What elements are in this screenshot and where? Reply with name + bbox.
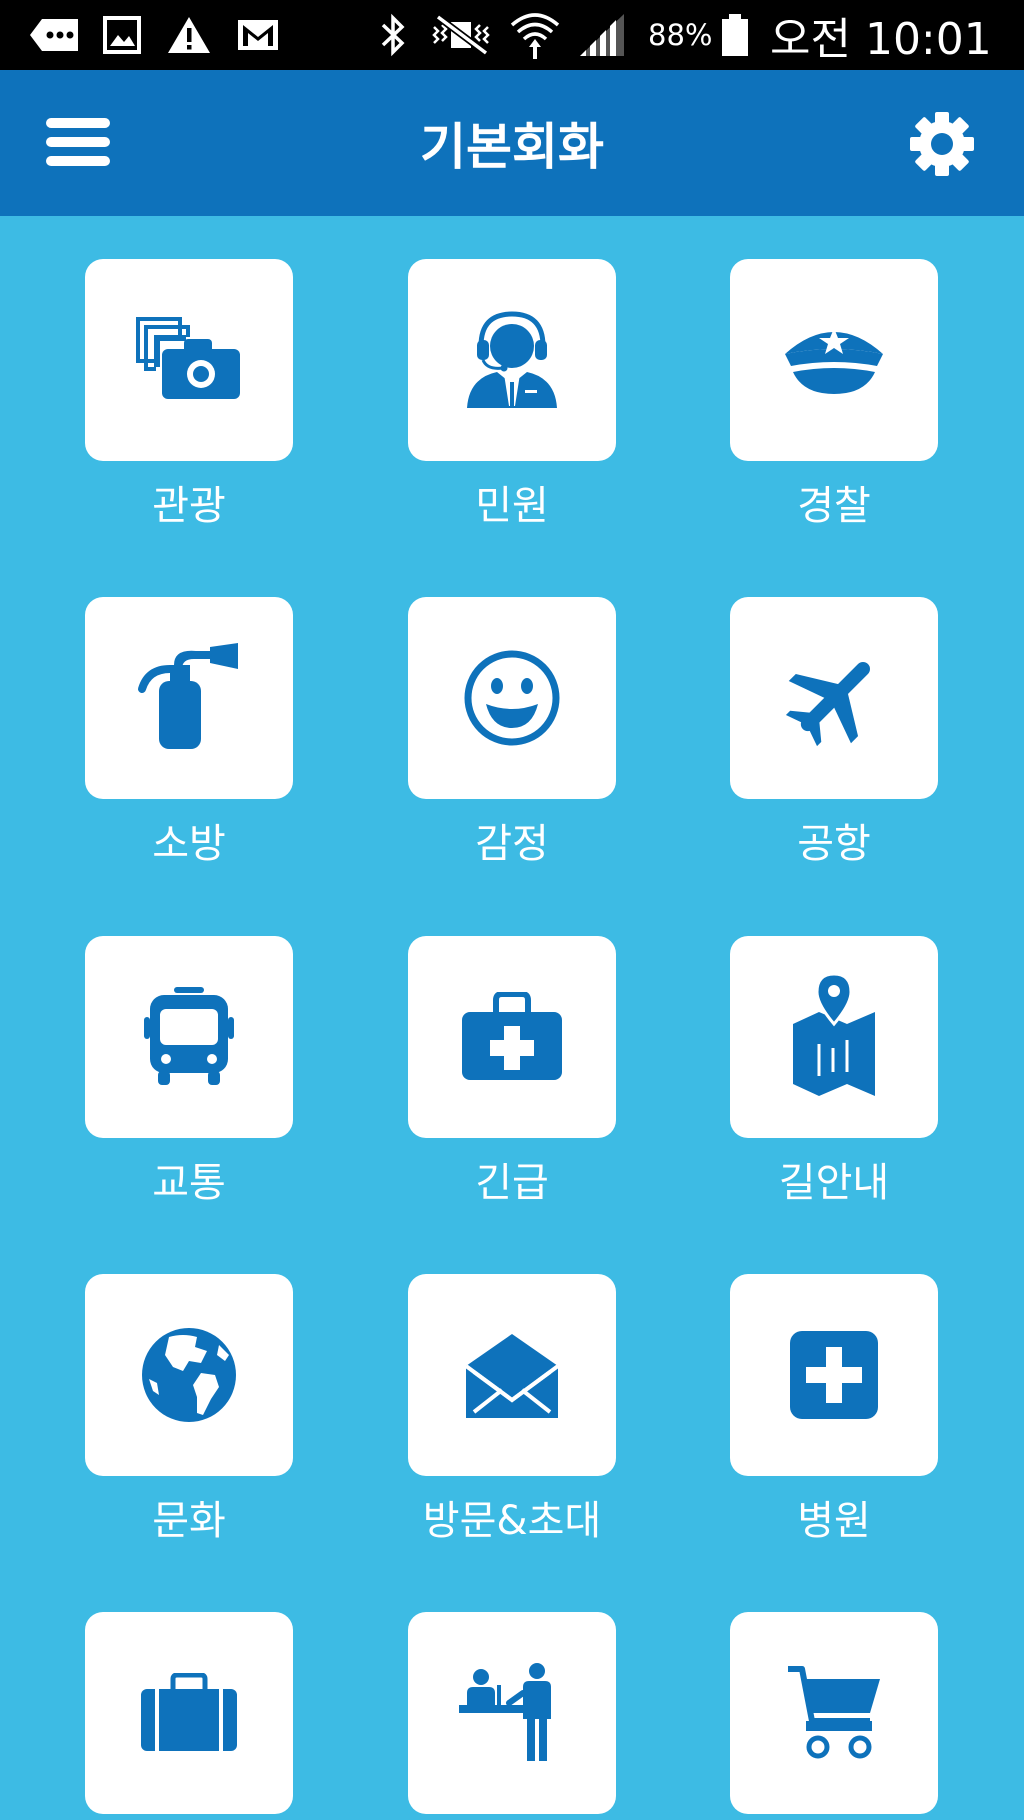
category-card <box>408 1612 616 1814</box>
suitcase-icon <box>141 1673 237 1751</box>
app-bar: 기본회화 <box>0 70 1024 216</box>
category-label: 병원 <box>797 1498 871 1544</box>
category-tile-fire[interactable]: 소방 <box>85 597 293 867</box>
reception-desk-icon <box>459 1663 551 1761</box>
category-tile-transport[interactable]: 교통 <box>85 936 293 1206</box>
bluetooth-icon <box>376 0 410 70</box>
category-label: 소방 <box>152 821 226 867</box>
wifi-icon <box>508 0 562 70</box>
category-tile-tourism[interactable]: 관광 <box>85 259 293 529</box>
message-notification-icon <box>28 0 82 70</box>
category-tile-police[interactable]: 경찰 <box>730 259 938 529</box>
category-card <box>85 1612 293 1814</box>
status-clock: 오전 10:01 <box>770 14 992 65</box>
category-card <box>730 259 938 461</box>
category-card <box>85 936 293 1138</box>
category-tile-shopping[interactable] <box>730 1612 938 1814</box>
signal-strength-icon <box>578 0 626 70</box>
category-card <box>85 597 293 799</box>
battery-icon <box>720 0 750 70</box>
category-tile-hospital[interactable]: 병원 <box>730 1274 938 1544</box>
envelope-icon <box>464 1334 560 1418</box>
smiley-face-icon <box>464 650 560 746</box>
category-label: 경찰 <box>797 483 871 529</box>
warning-icon <box>166 0 212 70</box>
category-tile-culture[interactable]: 문화 <box>85 1274 293 1544</box>
category-card <box>730 1612 938 1814</box>
category-tile-luggage[interactable] <box>85 1612 293 1814</box>
category-label: 관광 <box>152 483 226 529</box>
category-label: 방문&초대 <box>422 1498 602 1544</box>
fire-extinguisher-icon <box>138 643 238 749</box>
category-label: 감정 <box>475 821 549 867</box>
category-card <box>408 259 616 461</box>
category-card <box>730 597 938 799</box>
status-bar: 88% 오전 10:01 <box>0 0 1024 70</box>
bus-icon <box>144 987 234 1085</box>
category-label: 긴급 <box>475 1160 549 1206</box>
category-tile-directions[interactable]: 길안내 <box>730 936 938 1206</box>
category-tile-visit-invitation[interactable]: 방문&초대 <box>408 1274 616 1544</box>
category-card <box>408 597 616 799</box>
gear-icon <box>910 112 974 176</box>
category-label: 민원 <box>475 483 549 529</box>
vibrate-mute-icon <box>428 0 496 70</box>
category-card <box>730 1274 938 1476</box>
category-label: 공항 <box>797 821 871 867</box>
police-hat-icon <box>785 328 883 394</box>
customer-service-headset-icon <box>467 311 557 408</box>
map-pin-icon <box>793 972 875 1096</box>
category-card <box>408 1274 616 1476</box>
camera-photos-icon <box>136 317 240 399</box>
category-tile-reception[interactable] <box>408 1612 616 1814</box>
category-tile-civil-service[interactable]: 민원 <box>408 259 616 529</box>
shopping-cart-icon <box>788 1666 880 1759</box>
category-card <box>408 936 616 1138</box>
category-label: 교통 <box>152 1160 226 1206</box>
hamburger-menu-icon <box>46 118 110 166</box>
category-tile-emotion[interactable]: 감정 <box>408 597 616 867</box>
category-card <box>85 1274 293 1476</box>
category-label: 길안내 <box>778 1160 890 1206</box>
gmail-icon <box>236 0 280 70</box>
page-title: 기본회화 <box>420 118 604 176</box>
category-card <box>730 936 938 1138</box>
category-tile-emergency[interactable]: 긴급 <box>408 936 616 1206</box>
battery-percentage: 88% <box>648 18 713 52</box>
gallery-notification-icon <box>102 0 142 70</box>
globe-icon <box>142 1328 236 1422</box>
medical-cross-icon <box>790 1331 878 1419</box>
menu-button[interactable] <box>44 116 114 168</box>
category-label: 문화 <box>152 1498 226 1544</box>
category-card <box>85 259 293 461</box>
airplane-icon <box>785 662 870 747</box>
settings-button[interactable] <box>906 108 978 180</box>
category-tile-airport[interactable]: 공항 <box>730 597 938 867</box>
first-aid-kit-icon <box>462 992 562 1080</box>
